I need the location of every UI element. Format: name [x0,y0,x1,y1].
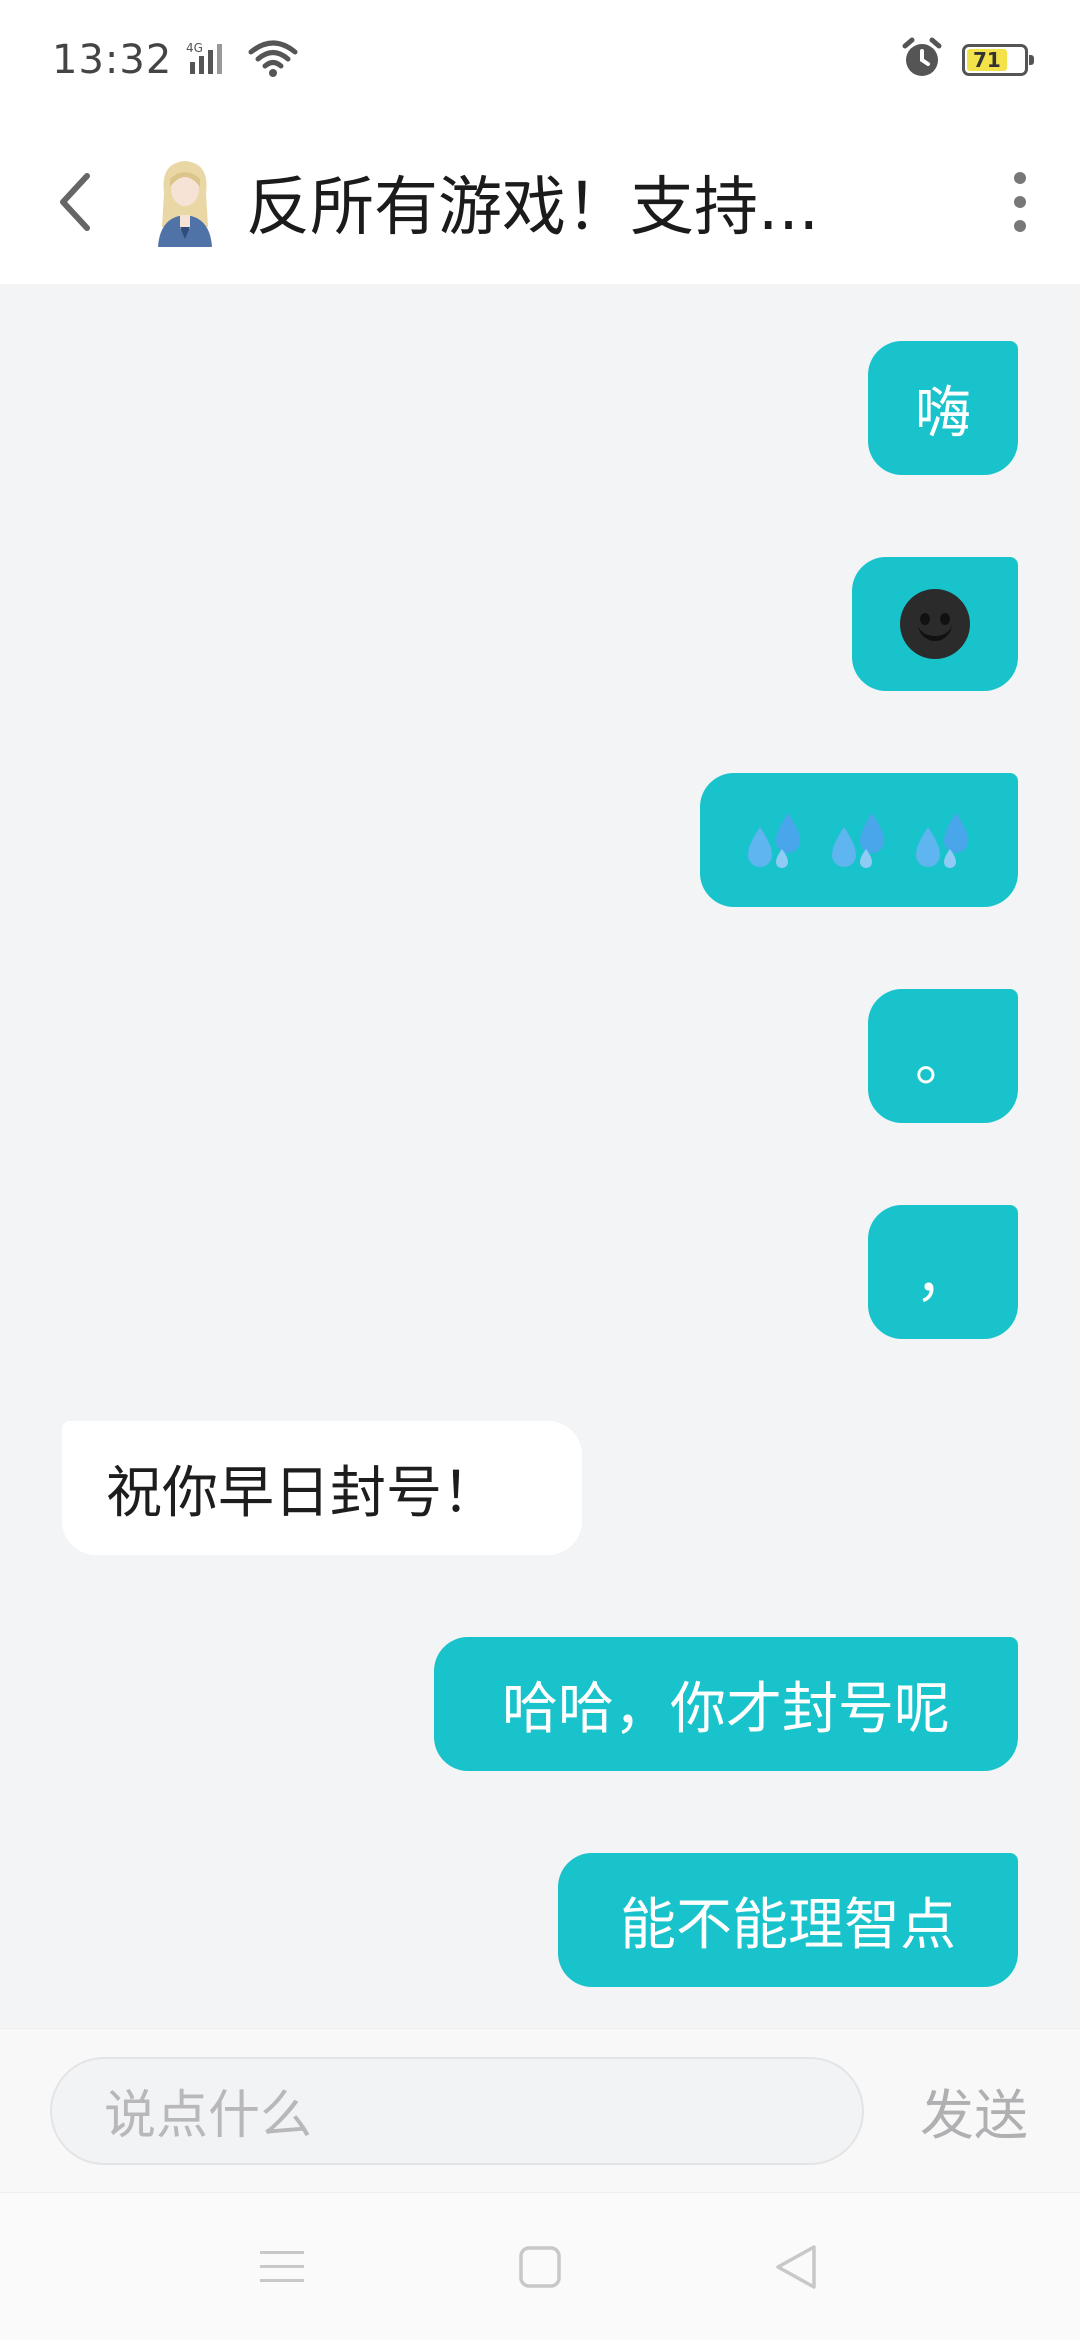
message-text: 能不能理智点 [620,1892,956,1958]
chat-title: 反所有游戏！支持... [246,171,820,245]
sweat-droplets-emoji-icon [740,805,978,875]
chat-screen: 13:32 4G 71 反所有游戏！支持... 嗨 。 ， 祝你早日封号！ 哈哈… [0,0,1080,2340]
message-bubble-sent[interactable] [852,557,1018,691]
battery-icon: 71 [962,44,1034,76]
message-bubble-sent[interactable]: 嗨 [868,341,1018,475]
message-bubble-sent[interactable]: 能不能理智点 [558,1853,1018,1987]
back-button[interactable] [0,120,150,284]
status-bar: 13:32 4G 71 [0,0,1080,120]
status-time: 13:32 [52,37,173,83]
battery-level: 71 [967,48,1007,72]
message-text: 。 [915,1028,971,1094]
sweat-droplets-icon [916,813,968,868]
smiling-face-emoji-icon [900,589,970,659]
more-dot [1014,196,1026,208]
avatar[interactable] [150,157,220,247]
message-text: 哈哈，你才封号呢 [502,1676,950,1742]
back-nav-button[interactable] [736,2193,856,2340]
sweat-droplets-icon [832,813,884,868]
alarm-icon [900,36,944,84]
message-input[interactable]: 说点什么 [50,2056,864,2165]
message-text: 嗨 [915,380,971,446]
menu-icon [260,2251,304,2282]
back-arrow-icon [60,173,90,231]
more-options-button[interactable] [970,120,1070,284]
status-right-icons: 71 [900,36,1034,84]
wifi-icon [248,38,298,82]
input-placeholder: 说点什么 [104,2086,313,2146]
sweat-droplets-icon [748,813,800,868]
message-bubble-sent[interactable]: 。 [868,989,1018,1123]
message-bubble-sent[interactable]: 哈哈，你才封号呢 [434,1637,1018,1771]
status-left-icons: 4G [186,38,298,82]
more-vertical-icon [1014,172,1026,184]
message-bubble-received[interactable]: 祝你早日封号！ [62,1421,582,1555]
smile-mark [918,623,952,641]
home-button[interactable] [480,2193,600,2340]
menu-button[interactable] [222,2193,342,2340]
message-bubble-sent[interactable]: ， [868,1205,1018,1339]
message-text: ， [915,1244,971,1310]
message-bubble-sent[interactable] [700,773,1018,907]
home-square-icon [519,2246,561,2288]
message-text: 祝你早日封号！ [106,1460,498,1526]
back-triangle-icon [776,2245,816,2289]
message-list[interactable]: 嗨 。 ， 祝你早日封号！ 哈哈，你才封号呢 能不能理智点 [0,284,1080,2028]
chat-header: 反所有游戏！支持... [0,120,1080,284]
signal-icon: 4G [186,40,234,80]
input-bar: 说点什么 发送 [0,2028,1080,2192]
system-nav-bar [0,2192,1080,2340]
more-dot [1014,220,1026,232]
network-type-label: 4G [186,41,203,55]
send-button[interactable]: 发送 [920,2071,1028,2150]
